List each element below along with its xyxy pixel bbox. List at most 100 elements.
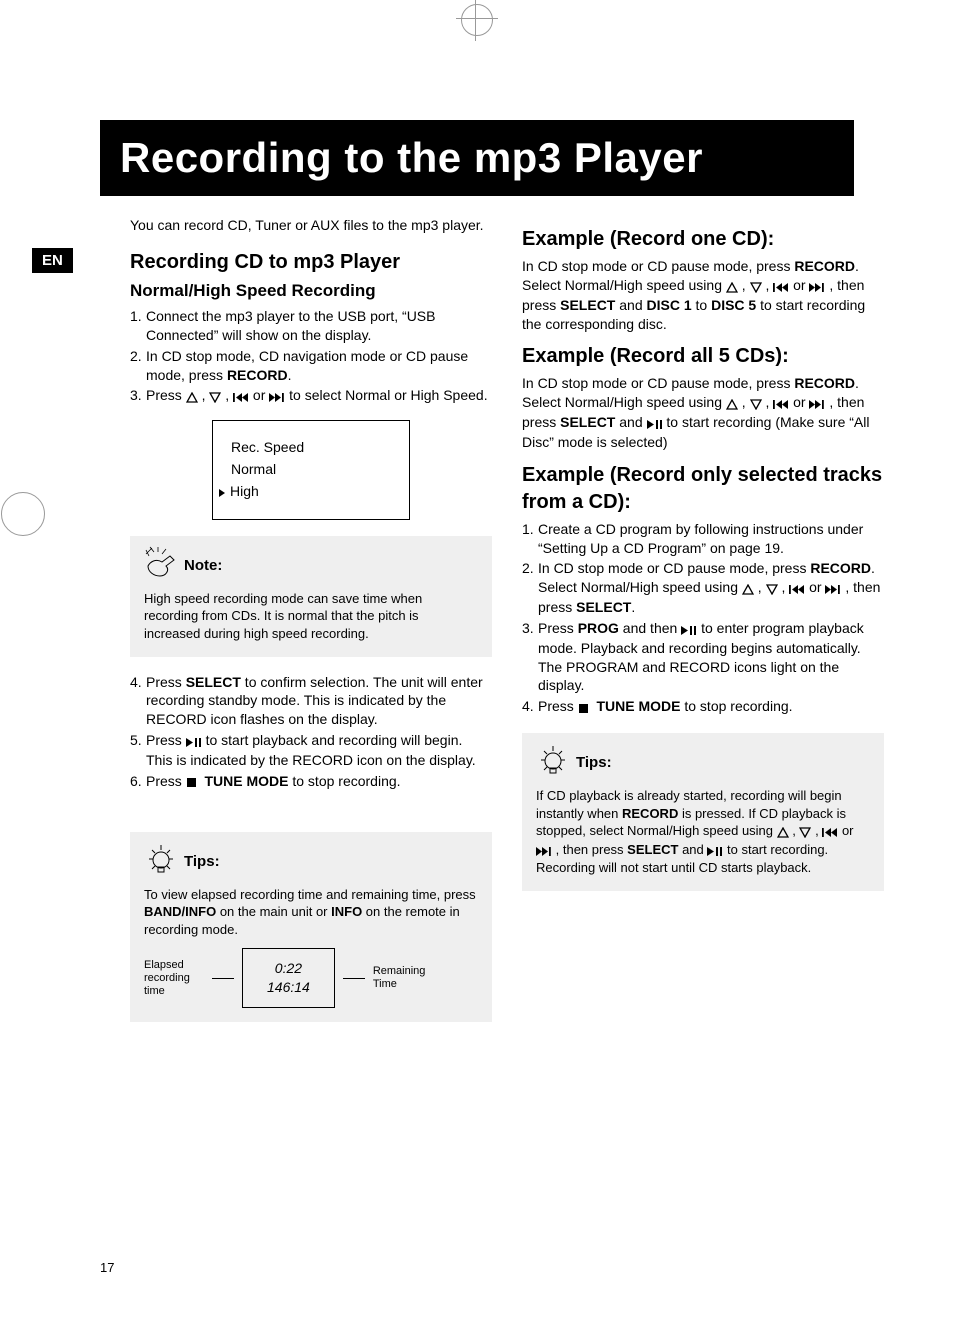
hand-note-icon (144, 546, 178, 586)
text: , (198, 387, 210, 403)
text: and then (619, 620, 681, 636)
tips-heading: Tips: (144, 842, 478, 882)
step-number: 2. (522, 559, 538, 617)
elapsed-value: 0:22 (267, 959, 310, 978)
text: In CD stop mode or CD pause mode, press (538, 560, 810, 576)
select-label: SELECT (186, 674, 241, 690)
play-pause-icon (186, 732, 202, 751)
text: In CD stop mode, CD navigation mode or C… (146, 348, 468, 383)
text: and (615, 414, 646, 430)
select-label: SELECT (560, 414, 615, 430)
display-line: Rec. Speed (231, 438, 391, 457)
stop-icon (186, 773, 197, 792)
text: , then press (556, 842, 628, 857)
step-text: Press SELECT to confirm selection. The u… (146, 673, 492, 730)
text: and (678, 842, 707, 857)
down-triangle-icon (209, 387, 221, 406)
ex3-step-3: 3. Press PROG and then to enter program … (522, 619, 884, 695)
step-text: In CD stop mode, CD navigation mode or C… (146, 347, 492, 385)
step-number: 2. (130, 347, 146, 385)
record-label: RECORD (622, 806, 678, 821)
step-number: 3. (130, 386, 146, 406)
down-triangle-icon (766, 579, 778, 598)
up-triangle-icon (726, 277, 738, 296)
text: High (230, 483, 259, 499)
step-5: 5. Press to start playback and recording… (130, 731, 492, 770)
disc5-label: DISC 5 (711, 297, 756, 313)
stop-icon (578, 698, 589, 717)
step-3: 3. Press , , or to select Normal or High… (130, 386, 492, 406)
tips-body: To view elapsed recording time and remai… (144, 886, 478, 939)
text: . (288, 367, 292, 383)
record-label: RECORD (227, 367, 288, 383)
down-triangle-icon (750, 394, 762, 413)
manual-page: Recording to the mp3 Player EN You can r… (0, 0, 954, 1325)
text: or (838, 823, 853, 838)
step-text: Press PROG and then to enter program pla… (538, 619, 884, 695)
display-line: High (231, 482, 391, 502)
text: or (789, 394, 809, 410)
record-label: RECORD (810, 560, 871, 576)
ex3-step-4: 4. Press TUNE MODE to stop recording. (522, 697, 884, 717)
up-triangle-icon (742, 579, 754, 598)
display-line: Normal (231, 460, 391, 479)
text: or (789, 277, 809, 293)
connector-line-icon (212, 978, 234, 979)
prev-track-icon (789, 579, 805, 598)
bulb-tips-icon (144, 842, 178, 882)
register-mark-icon (461, 4, 493, 36)
text: Press (146, 674, 186, 690)
cursor-icon (219, 483, 226, 502)
elapsed-time-diagram: Elapsed recording time 0:22 146:14 Remai… (144, 948, 478, 1008)
record-label: RECORD (794, 375, 855, 391)
prev-track-icon (822, 823, 838, 841)
step-text: Press TUNE MODE to stop recording. (538, 697, 884, 717)
binding-hole-icon (1, 492, 45, 536)
note-label: Note: (184, 556, 222, 576)
page-title: Recording to the mp3 Player (100, 120, 854, 196)
example-heading: Example (Record all 5 CDs): (522, 343, 884, 370)
display-illustration: Rec. Speed Normal High (212, 420, 410, 520)
text: . (631, 599, 635, 615)
step-text: Create a CD program by following instruc… (538, 520, 884, 558)
step-text: Connect the mp3 player to the USB port, … (146, 307, 492, 345)
text: , (762, 277, 774, 293)
tips-body: If CD playback is already started, recor… (536, 787, 870, 876)
left-column: You can record CD, Tuner or AUX files to… (130, 216, 492, 1038)
example-body: In CD stop mode or CD pause mode, press … (522, 257, 884, 333)
record-label: RECORD (794, 258, 855, 274)
language-badge: EN (32, 248, 73, 273)
text: Press (538, 698, 578, 714)
step-number: 4. (522, 697, 538, 717)
step-number: 1. (522, 520, 538, 558)
text: and (615, 297, 646, 313)
next-track-icon (809, 277, 825, 296)
elapsed-label: Elapsed recording time (144, 959, 204, 999)
text: , (221, 387, 233, 403)
text: , (738, 394, 750, 410)
note-body: High speed recording mode can save time … (144, 590, 478, 643)
intro-text: You can record CD, Tuner or AUX files to… (130, 216, 492, 235)
step-6: 6. Press TUNE MODE to stop recording. (130, 772, 492, 792)
page-number: 17 (100, 1260, 114, 1275)
play-pause-icon (707, 842, 723, 860)
up-triangle-icon (186, 387, 198, 406)
text: Press (538, 620, 578, 636)
text: Press (146, 773, 186, 789)
prev-track-icon (773, 277, 789, 296)
text: , (754, 579, 766, 595)
ex3-step-2: 2. In CD stop mode or CD pause mode, pre… (522, 559, 884, 617)
time-display-box: 0:22 146:14 (242, 948, 335, 1008)
step-number: 4. (130, 673, 146, 730)
text: to select Normal or High Speed. (289, 387, 487, 403)
example-body: In CD stop mode or CD pause mode, press … (522, 374, 884, 451)
play-pause-icon (647, 414, 663, 433)
text: , (762, 394, 774, 410)
note-heading: Note: (144, 546, 478, 586)
step-4: 4. Press SELECT to confirm selection. Th… (130, 673, 492, 730)
down-triangle-icon (799, 823, 811, 841)
step-2: 2. In CD stop mode, CD navigation mode o… (130, 347, 492, 385)
step-number: 3. (522, 619, 538, 695)
text: to stop recording. (288, 773, 400, 789)
text: or (249, 387, 269, 403)
